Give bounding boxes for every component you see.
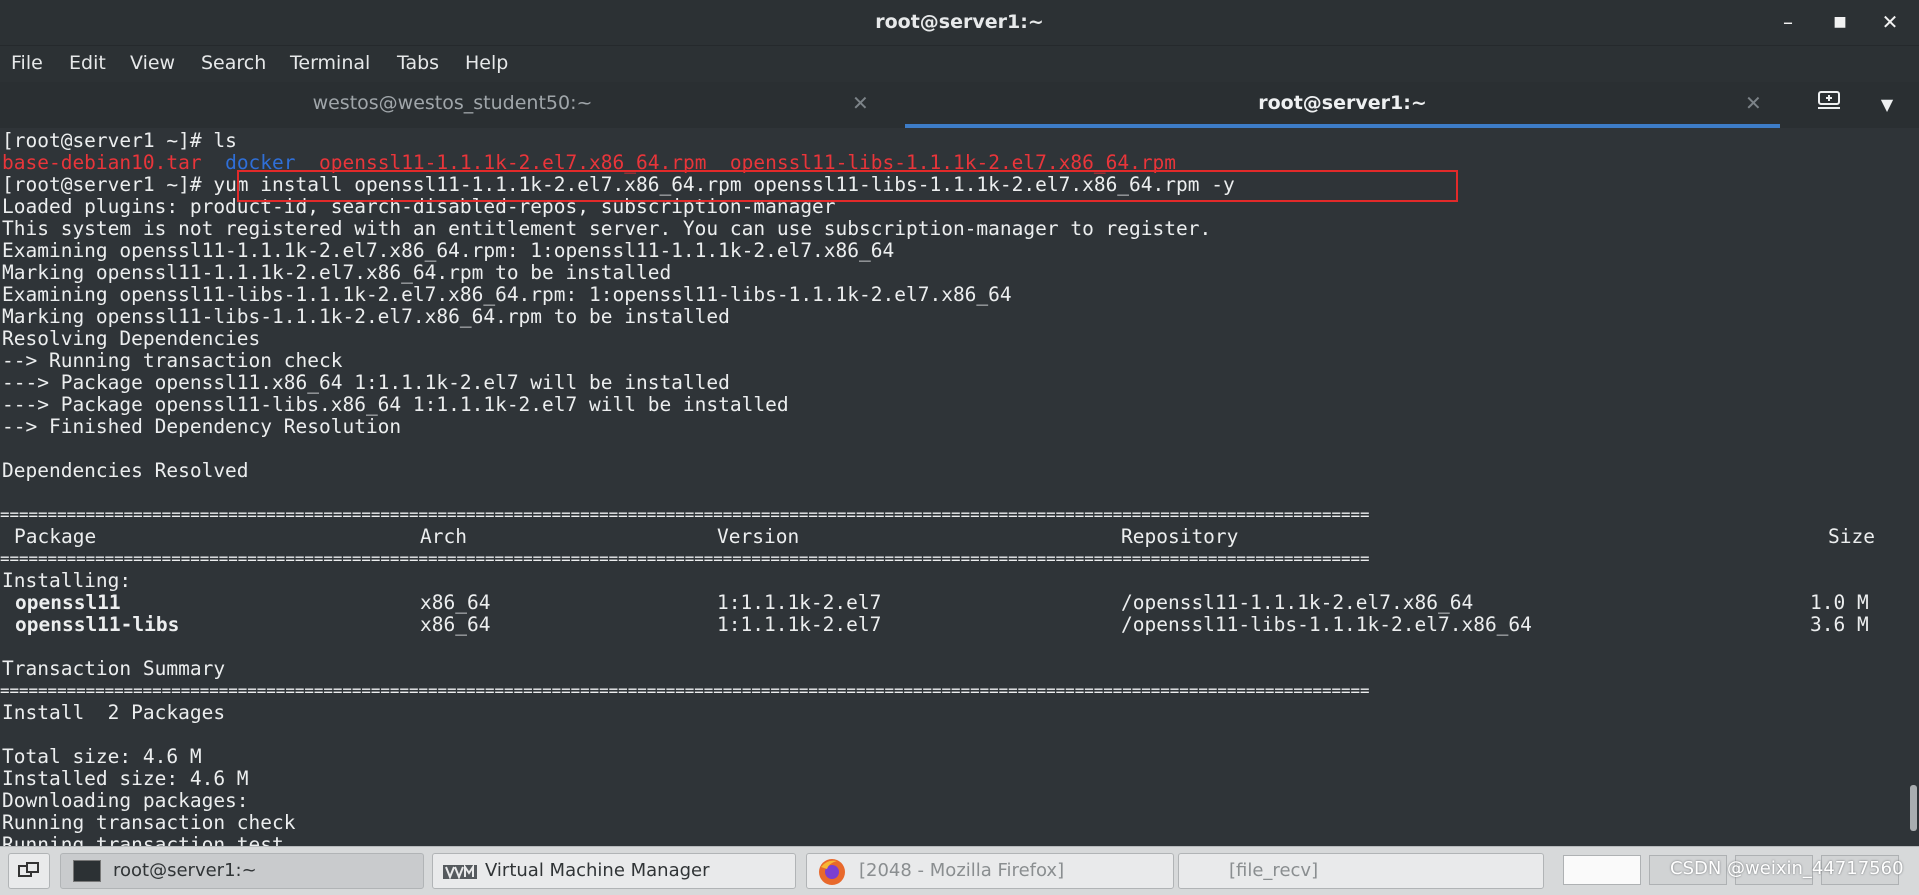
output-line: Running transaction test	[2, 833, 284, 847]
package-version: 1:1.1.1k-2.el7	[717, 613, 882, 636]
package-repository: /openssl11-libs-1.1.1k-2.el7.x86_64	[1121, 613, 1532, 636]
output-line: Running transaction check	[2, 811, 296, 834]
output-line: Downloading packages:	[2, 789, 249, 812]
tab-bar: westos@westos_student50:~ ✕ root@server1…	[0, 82, 1919, 128]
firefox-icon	[819, 859, 845, 885]
vm-manager-icon	[443, 863, 477, 880]
summary-title: Transaction Summary	[2, 657, 226, 680]
header-size: Size	[1828, 525, 1875, 548]
output-line: Dependencies Resolved	[2, 459, 249, 482]
menu-tabs[interactable]: Tabs	[397, 52, 439, 74]
menu-view[interactable]: View	[130, 52, 175, 74]
window-titlebar: root@server1:~ – ■ ✕	[0, 0, 1919, 46]
separator-line: ========================================…	[0, 505, 1370, 524]
package-arch: x86_64	[420, 613, 491, 636]
command-highlight-box	[237, 170, 1458, 202]
output-line: Total size: 4.6 M	[2, 745, 202, 768]
menu-terminal[interactable]: Terminal	[290, 52, 370, 74]
package-arch: x86_64	[420, 591, 491, 614]
watermark-text: CSDN @weixin_44717560	[1670, 858, 1904, 879]
menu-help[interactable]: Help	[465, 52, 508, 74]
menu-search[interactable]: Search	[201, 52, 266, 74]
output-line: Marking openssl11-libs-1.1.1k-2.el7.x86_…	[2, 305, 730, 328]
output-line: Marking openssl11-1.1.1k-2.el7.x86_64.rp…	[2, 261, 672, 284]
menu-edit[interactable]: Edit	[69, 52, 106, 74]
header-repository: Repository	[1121, 525, 1239, 548]
output-line: ---> Package openssl11.x86_64 1:1.1.1k-2…	[2, 371, 730, 394]
package-version: 1:1.1.1k-2.el7	[717, 591, 882, 614]
install-count: Install 2 Packages	[2, 701, 226, 724]
output-line: Examining openssl11-1.1.1k-2.el7.x86_64.…	[2, 239, 895, 262]
header-package: Package	[14, 525, 97, 548]
taskbar-item-label: root@server1:~	[113, 860, 257, 881]
header-version: Version	[717, 525, 800, 548]
scrollbar-thumb[interactable]	[1910, 785, 1917, 831]
output-line: Examining openssl11-libs-1.1.1k-2.el7.x8…	[2, 283, 1012, 306]
taskbar-item-virtual-machine-manager[interactable]: Virtual Machine Manager	[432, 853, 796, 889]
taskbar-item-file-recv[interactable]: [file_recv]	[1178, 853, 1544, 889]
package-name: openssl11-libs	[15, 613, 180, 636]
separator-line: ========================================…	[0, 681, 1370, 700]
package-size: 1.0 M	[1810, 591, 1869, 614]
minimize-icon[interactable]: –	[1770, 8, 1806, 36]
file-entry: base-debian10.tar	[2, 151, 202, 174]
tab-root-server1[interactable]: root@server1:~ ✕	[905, 82, 1780, 128]
show-desktop-icon	[18, 862, 39, 877]
close-tab-icon[interactable]: ✕	[852, 82, 869, 124]
tab-label: westos@westos_student50:~	[312, 92, 593, 114]
window-title: root@server1:~	[875, 11, 1044, 33]
taskbar-item-label: Virtual Machine Manager	[485, 860, 710, 881]
menu-bar: File Edit View Search Terminal Tabs Help	[0, 46, 1919, 82]
taskbar-item-firefox[interactable]: [2048 - Mozilla Firefox]	[806, 853, 1174, 889]
menu-file[interactable]: File	[11, 52, 43, 74]
output-line: Installed size: 4.6 M	[2, 767, 249, 790]
separator-line: ========================================…	[0, 549, 1370, 568]
header-arch: Arch	[420, 525, 467, 548]
output-line: --> Finished Dependency Resolution	[2, 415, 402, 438]
table-row: openssl11-libs x86_64 1:1.1.1k-2.el7 /op…	[2, 614, 1902, 636]
show-desktop-button[interactable]	[8, 853, 50, 889]
tab-menu-chevron-down-icon[interactable]: ▼	[1858, 82, 1916, 128]
output-line: ---> Package openssl11-libs.x86_64 1:1.1…	[2, 393, 789, 416]
output-line: --> Running transaction check	[2, 349, 343, 372]
output-line: Resolving Dependencies	[2, 327, 261, 350]
command-ls: ls	[213, 130, 237, 152]
table-row: openssl11 x86_64 1:1.1.1k-2.el7 /openssl…	[2, 592, 1902, 614]
maximize-icon[interactable]: ■	[1822, 8, 1858, 36]
output-line: This system is not registered with an en…	[2, 217, 1212, 240]
table-header-row: Package Arch Version Repository Size	[2, 526, 1902, 548]
prompt: [root@server1 ~]#	[2, 173, 214, 196]
taskbar-item-label: [2048 - Mozilla Firefox]	[859, 860, 1065, 881]
tab-label: root@server1:~	[1258, 92, 1427, 114]
taskbar-item-terminal[interactable]: root@server1:~	[60, 853, 424, 889]
terminal-icon	[73, 860, 101, 882]
prompt: [root@server1 ~]#	[2, 130, 214, 152]
terminal-line: [root@server1 ~]# ls	[2, 130, 237, 152]
taskbar-item-label: [file_recv]	[1229, 860, 1319, 881]
tab-westos[interactable]: westos@westos_student50:~ ✕	[0, 82, 905, 128]
workspace-1[interactable]	[1563, 855, 1641, 885]
close-window-icon[interactable]: ✕	[1872, 8, 1908, 36]
close-tab-icon[interactable]: ✕	[1745, 82, 1762, 124]
new-tab-icon[interactable]	[1800, 82, 1858, 128]
terminal-output[interactable]: [root@server1 ~]# ls base-debian10.tar d…	[0, 130, 1908, 846]
package-name: openssl11	[15, 591, 121, 614]
package-size: 3.6 M	[1810, 613, 1869, 636]
new-tab-svg	[1818, 91, 1840, 109]
package-repository: /openssl11-1.1.1k-2.el7.x86_64	[1121, 591, 1474, 614]
installing-label: Installing:	[2, 569, 132, 592]
taskbar: root@server1:~ Virtual Machine Manager […	[0, 846, 1919, 895]
terminal-scrollbar[interactable]	[1908, 130, 1919, 846]
